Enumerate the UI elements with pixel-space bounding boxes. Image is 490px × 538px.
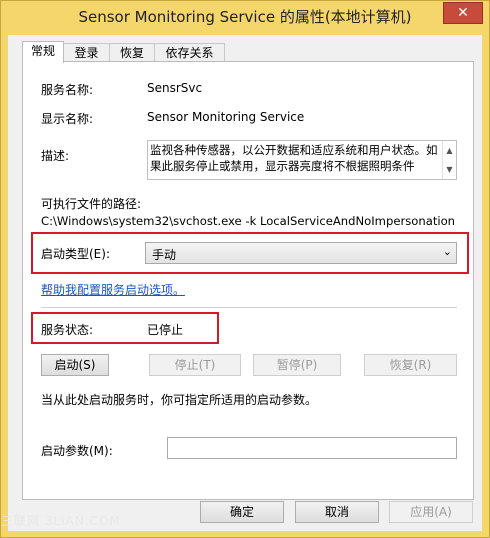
description-textbox[interactable]: 监视各种传感器，以公开数据和适应系统和用户状态。如果此服务停止或禁用，显示器亮度… xyxy=(147,140,457,180)
ok-button[interactable]: 确定 xyxy=(200,501,284,523)
help-configure-link[interactable]: 帮助我配置服务启动选项。 xyxy=(41,281,185,298)
startup-type-value: 手动 xyxy=(152,248,177,262)
resume-button[interactable]: 恢复(R) xyxy=(364,354,457,376)
exe-path-label: 可执行文件的路径: xyxy=(41,197,142,211)
apply-button[interactable]: 应用(A) xyxy=(389,501,473,523)
start-params-label: 启动参数(M): xyxy=(41,444,113,458)
service-properties-dialog: Sensor Monitoring Service 的属性(本地计算机) ✕ 常… xyxy=(0,0,490,538)
tab-dependencies[interactable]: 依存关系 xyxy=(154,43,225,62)
chevron-down-icon: ⌄ xyxy=(442,245,452,258)
description-text: 监视各种传感器，以公开数据和适应系统和用户状态。如果此服务停止或禁用，显示器亮度… xyxy=(150,143,438,173)
window-title: Sensor Monitoring Service 的属性(本地计算机) xyxy=(78,8,412,26)
start-params-hint: 当从此处启动服务时，你可指定所适用的启动参数。 xyxy=(41,393,318,407)
cancel-button[interactable]: 取消 xyxy=(295,501,379,523)
scroll-up-icon[interactable]: ▲ xyxy=(443,141,456,160)
service-name-label: 服务名称: xyxy=(41,83,94,97)
tab-general[interactable]: 常规 xyxy=(22,41,64,63)
site-watermark: 三联网 3LIAN.COM xyxy=(1,514,121,528)
display-name-label: 显示名称: xyxy=(41,112,94,126)
scroll-down-icon[interactable]: ▼ xyxy=(443,160,456,179)
exe-path-value: C:\Windows\system32\svchost.exe -k Local… xyxy=(41,214,456,228)
stop-button[interactable]: 停止(T) xyxy=(149,354,241,376)
start-button[interactable]: 启动(S) xyxy=(41,354,109,376)
close-button[interactable]: ✕ xyxy=(443,2,483,24)
service-status-label: 服务状态: xyxy=(41,323,94,337)
tab-recovery[interactable]: 恢复 xyxy=(109,43,155,62)
startup-type-select[interactable]: 手动 ⌄ xyxy=(145,242,457,264)
tab-logon[interactable]: 登录 xyxy=(63,43,110,62)
description-scrollbar[interactable]: ▲ ▼ xyxy=(442,141,456,179)
dialog-client-area: 常规 登录 恢复 依存关系 服务名称: SensrSvc 显示名称: Senso… xyxy=(8,35,482,531)
startup-type-label: 启动类型(E): xyxy=(41,247,110,261)
general-tab-panel: 服务名称: SensrSvc 显示名称: Sensor Monitoring S… xyxy=(22,61,474,500)
display-name-value: Sensor Monitoring Service xyxy=(147,110,305,124)
divider xyxy=(41,307,457,308)
start-params-input[interactable] xyxy=(167,437,457,459)
service-status-value: 已停止 xyxy=(147,323,184,337)
description-label: 描述: xyxy=(41,149,70,163)
title-bar[interactable]: Sensor Monitoring Service 的属性(本地计算机) ✕ xyxy=(1,1,489,35)
pause-button[interactable]: 暂停(P) xyxy=(253,354,341,376)
service-name-value: SensrSvc xyxy=(147,81,203,95)
